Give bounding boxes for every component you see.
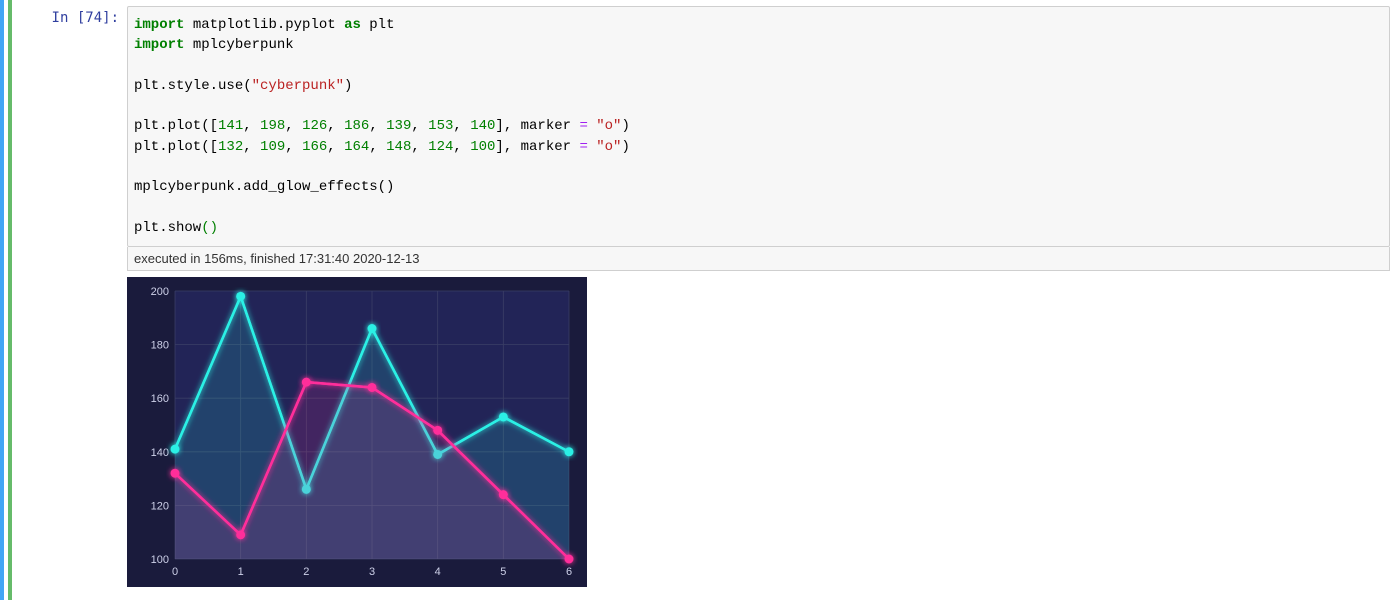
svg-text:0: 0 xyxy=(172,566,178,578)
output-area: 100 120 140 160 180 200 0 1 2 3 4 5 6 xyxy=(127,271,1390,593)
code-block: import matplotlib.pyplot as plt import m… xyxy=(134,15,1383,238)
svg-text:6: 6 xyxy=(566,566,572,578)
chart-plot-area: 100 120 140 160 180 200 0 1 2 3 4 5 6 xyxy=(151,286,574,578)
svg-text:200: 200 xyxy=(151,286,169,298)
cyberpunk-chart: 100 120 140 160 180 200 0 1 2 3 4 5 6 xyxy=(127,277,587,587)
svg-text:180: 180 xyxy=(151,340,169,352)
svg-text:1: 1 xyxy=(238,566,244,578)
notebook-cell: In [74]: import matplotlib.pyplot as plt… xyxy=(0,0,1400,600)
svg-text:5: 5 xyxy=(500,566,506,578)
svg-text:100: 100 xyxy=(151,554,169,566)
svg-text:3: 3 xyxy=(369,566,375,578)
execution-status: executed in 156ms, finished 17:31:40 202… xyxy=(127,247,1390,271)
svg-text:2: 2 xyxy=(303,566,309,578)
svg-text:160: 160 xyxy=(151,393,169,405)
svg-text:4: 4 xyxy=(435,566,441,578)
input-prompt: In [74]: xyxy=(12,0,127,26)
svg-text:140: 140 xyxy=(151,447,169,459)
code-input[interactable]: import matplotlib.pyplot as plt import m… xyxy=(127,6,1390,247)
svg-text:120: 120 xyxy=(151,501,169,513)
